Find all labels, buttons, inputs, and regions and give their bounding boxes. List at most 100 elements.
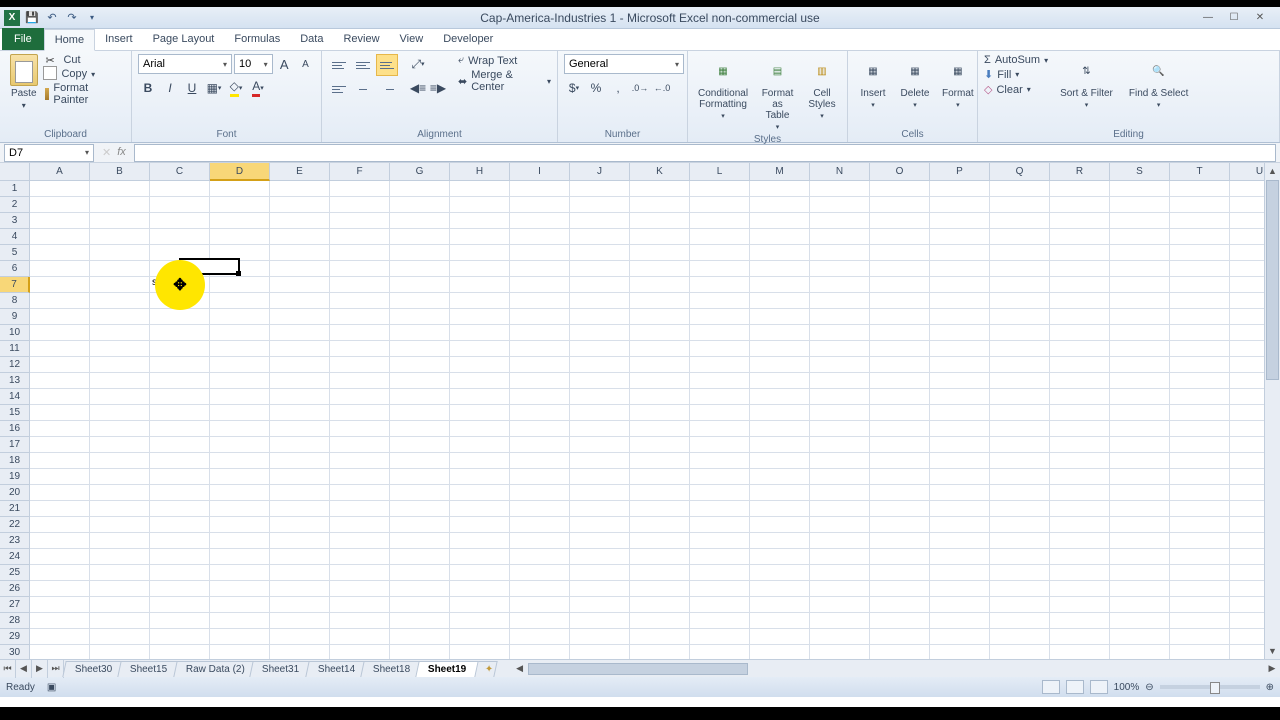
cell[interactable] xyxy=(1170,501,1230,517)
cell[interactable] xyxy=(390,373,450,389)
cell[interactable] xyxy=(210,293,270,309)
cell[interactable] xyxy=(210,517,270,533)
comma-button[interactable]: , xyxy=(608,78,628,98)
cell[interactable] xyxy=(390,437,450,453)
row-header-9[interactable]: 9 xyxy=(0,309,30,325)
cell[interactable] xyxy=(690,421,750,437)
view-break-button[interactable] xyxy=(1090,680,1108,694)
cell[interactable] xyxy=(390,245,450,261)
cell[interactable] xyxy=(210,565,270,581)
cell[interactable] xyxy=(30,613,90,629)
hscroll-thumb[interactable] xyxy=(528,663,748,675)
cell[interactable] xyxy=(870,485,930,501)
cell[interactable] xyxy=(390,581,450,597)
formula-bar[interactable] xyxy=(134,144,1276,162)
cell[interactable] xyxy=(150,357,210,373)
cell[interactable] xyxy=(1170,485,1230,501)
cell[interactable] xyxy=(1050,389,1110,405)
cell[interactable] xyxy=(210,213,270,229)
cell[interactable] xyxy=(810,181,870,197)
align-top-button[interactable] xyxy=(328,54,350,76)
cell[interactable] xyxy=(1170,261,1230,277)
cell[interactable] xyxy=(90,517,150,533)
cell[interactable] xyxy=(510,613,570,629)
cell[interactable] xyxy=(330,581,390,597)
cell[interactable] xyxy=(450,373,510,389)
sort-filter-button[interactable]: ⇅Sort & Filter▾ xyxy=(1056,54,1117,128)
cell[interactable] xyxy=(930,469,990,485)
cell[interactable] xyxy=(150,485,210,501)
cell[interactable] xyxy=(450,277,510,293)
cell[interactable] xyxy=(630,213,690,229)
cell[interactable] xyxy=(90,309,150,325)
cell[interactable] xyxy=(90,565,150,581)
cell[interactable] xyxy=(870,245,930,261)
cell[interactable] xyxy=(630,181,690,197)
cell[interactable] xyxy=(1050,437,1110,453)
cell[interactable] xyxy=(570,325,630,341)
cell[interactable] xyxy=(330,469,390,485)
cell[interactable] xyxy=(390,405,450,421)
cell[interactable] xyxy=(990,533,1050,549)
cell[interactable] xyxy=(90,613,150,629)
zoom-slider[interactable] xyxy=(1160,685,1260,689)
cell[interactable] xyxy=(270,357,330,373)
worksheet-grid[interactable]: ABCDEFGHIJKLMNOPQRSTU 123456789101112131… xyxy=(0,163,1280,659)
row-header-2[interactable]: 2 xyxy=(0,197,30,213)
cell[interactable] xyxy=(750,533,810,549)
cell[interactable] xyxy=(450,517,510,533)
cell[interactable] xyxy=(570,549,630,565)
cell[interactable] xyxy=(270,277,330,293)
row-header-6[interactable]: 6 xyxy=(0,261,30,277)
cell[interactable] xyxy=(510,501,570,517)
cell[interactable] xyxy=(570,341,630,357)
cell[interactable] xyxy=(570,597,630,613)
cell[interactable] xyxy=(1170,357,1230,373)
cell[interactable] xyxy=(750,261,810,277)
cell[interactable] xyxy=(1170,453,1230,469)
cell[interactable] xyxy=(990,453,1050,469)
cell[interactable] xyxy=(270,629,330,645)
cell[interactable] xyxy=(150,469,210,485)
cell[interactable] xyxy=(150,645,210,659)
cell[interactable] xyxy=(810,261,870,277)
col-header-O[interactable]: O xyxy=(870,163,930,181)
cell[interactable] xyxy=(150,613,210,629)
cell[interactable] xyxy=(1170,437,1230,453)
row-header-23[interactable]: 23 xyxy=(0,533,30,549)
cell[interactable] xyxy=(990,197,1050,213)
cell[interactable] xyxy=(1050,645,1110,659)
col-header-S[interactable]: S xyxy=(1110,163,1170,181)
sheet-nav-first[interactable]: ⏮ xyxy=(0,660,16,678)
cell[interactable] xyxy=(30,325,90,341)
qat-dropdown-icon[interactable]: ▾ xyxy=(84,10,100,26)
cell[interactable] xyxy=(90,597,150,613)
cell[interactable] xyxy=(810,309,870,325)
cell[interactable] xyxy=(870,197,930,213)
cell[interactable] xyxy=(270,245,330,261)
cell[interactable] xyxy=(1110,565,1170,581)
cell[interactable] xyxy=(90,469,150,485)
cell[interactable] xyxy=(330,613,390,629)
cell[interactable] xyxy=(930,629,990,645)
cell[interactable] xyxy=(630,325,690,341)
cell[interactable] xyxy=(450,645,510,659)
cell[interactable] xyxy=(570,357,630,373)
cell[interactable] xyxy=(390,341,450,357)
cell[interactable] xyxy=(330,181,390,197)
cell[interactable] xyxy=(270,293,330,309)
cell[interactable] xyxy=(30,533,90,549)
cell[interactable] xyxy=(30,469,90,485)
cell[interactable] xyxy=(1110,533,1170,549)
cell[interactable] xyxy=(150,373,210,389)
cell[interactable] xyxy=(1050,309,1110,325)
col-header-D[interactable]: D xyxy=(210,163,270,181)
cell[interactable] xyxy=(150,597,210,613)
sheet-tab[interactable]: Sheet14 xyxy=(305,661,368,677)
cell[interactable] xyxy=(570,277,630,293)
cell[interactable] xyxy=(210,373,270,389)
cell[interactable] xyxy=(270,549,330,565)
cell[interactable] xyxy=(810,357,870,373)
cell[interactable] xyxy=(990,229,1050,245)
col-header-F[interactable]: F xyxy=(330,163,390,181)
